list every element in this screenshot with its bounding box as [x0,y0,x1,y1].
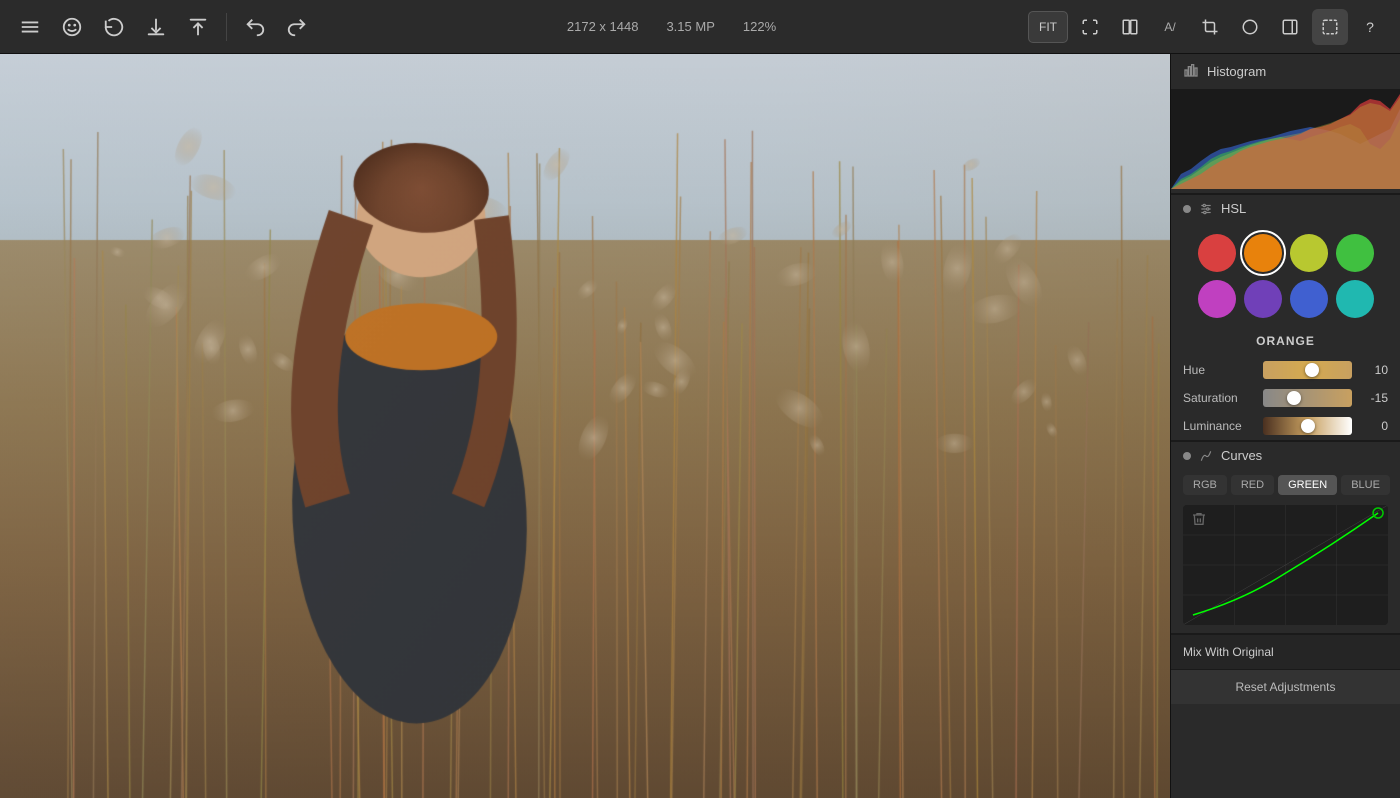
luminance-label: Luminance [1183,419,1255,433]
fullscreen-button[interactable] [1072,9,1108,45]
histogram-svg [1171,89,1400,189]
luminance-value: 0 [1360,419,1388,433]
mix-label: Mix With Original [1183,645,1274,659]
saturation-thumb[interactable] [1287,391,1301,405]
histogram-icon [1183,62,1199,81]
share-button[interactable] [180,9,216,45]
tab-blue[interactable]: BLUE [1341,475,1390,495]
selected-color-name: ORANGE [1171,330,1400,356]
swatch-yellow-green[interactable] [1290,234,1328,272]
curves-canvas-area [1183,505,1388,625]
curves-header: Curves [1171,442,1400,469]
redo-button[interactable] [279,9,315,45]
curves-collapse[interactable] [1183,452,1191,460]
undo-button[interactable] [237,9,273,45]
curves-label: Curves [1221,448,1262,463]
image-area [0,54,1170,798]
hue-slider-row: Hue 10 [1171,356,1400,384]
color-swatches [1171,222,1400,330]
image-megapixels: 3.15 MP [666,19,714,34]
curves-tabs: RGB RED GREEN BLUE [1171,469,1400,501]
hue-value: 10 [1360,363,1388,377]
hue-track[interactable] [1263,361,1352,379]
curves-svg [1183,505,1388,625]
curves-icon [1199,449,1213,463]
curves-section: Curves RGB RED GREEN BLUE [1171,441,1400,633]
mix-with-original-row: Mix With Original [1171,634,1400,669]
hsl-collapse[interactable] [1183,205,1191,213]
swatch-red[interactable] [1198,234,1236,272]
saturation-label: Saturation [1183,391,1255,405]
swatch-blue[interactable] [1290,280,1328,318]
luminance-thumb[interactable] [1301,419,1315,433]
saturation-slider-row: Saturation -15 [1171,384,1400,412]
swatch-purple[interactable] [1244,280,1282,318]
panel-button[interactable] [1272,9,1308,45]
hue-thumb[interactable] [1305,363,1319,377]
hsl-header: HSL [1171,194,1400,222]
equalizer-icon [1199,202,1213,216]
download-button[interactable] [138,9,174,45]
histogram-header: Histogram [1171,54,1400,89]
swatch-green[interactable] [1336,234,1374,272]
photo-canvas [0,54,1170,798]
swatch-magenta[interactable] [1198,280,1236,318]
saturation-value: -15 [1360,391,1388,405]
image-dimensions: 2172 x 1448 [567,19,639,34]
main-area: Histogram [0,54,1400,798]
help-button[interactable]: ? [1352,9,1388,45]
topbar-left [12,9,315,45]
tab-red[interactable]: RED [1231,475,1274,495]
right-panel: Histogram [1170,54,1400,798]
topbar-center: 2172 x 1448 3.15 MP 122% [315,19,1028,34]
crop-tool-button[interactable] [1192,9,1228,45]
tab-rgb[interactable]: RGB [1183,475,1227,495]
topbar-right: FIT A/ [1028,9,1388,45]
swatch-teal[interactable] [1336,280,1374,318]
history-button[interactable] [96,9,132,45]
luminance-track[interactable] [1263,417,1352,435]
histogram-label: Histogram [1207,64,1266,79]
hue-label: Hue [1183,363,1255,377]
text-tool-button[interactable]: A/ [1152,9,1188,45]
menu-button[interactable] [12,9,48,45]
face-detect-button[interactable] [54,9,90,45]
hsl-label: HSL [1221,201,1246,216]
histogram-chart [1171,89,1400,189]
swatch-orange[interactable] [1244,234,1282,272]
tab-green[interactable]: GREEN [1278,475,1337,495]
curve-trash-button[interactable] [1191,511,1207,530]
reset-adjustments-button[interactable]: Reset Adjustments [1171,669,1400,704]
luminance-slider-row: Luminance 0 [1171,412,1400,440]
circle-select-button[interactable] [1232,9,1268,45]
topbar: 2172 x 1448 3.15 MP 122% FIT A/ [0,0,1400,54]
hsl-section: HSL ORANGE Hue 10 [1171,194,1400,440]
selection-tool-button[interactable] [1312,9,1348,45]
image-zoom: 122% [743,19,776,34]
fit-button[interactable]: FIT [1028,11,1068,43]
compare-button[interactable] [1112,9,1148,45]
saturation-track[interactable] [1263,389,1352,407]
